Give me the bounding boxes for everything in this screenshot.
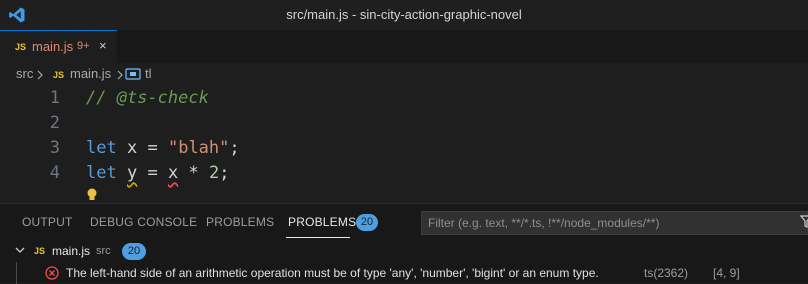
line-number: 1: [49, 88, 60, 108]
problem-row[interactable]: The left-hand side of an arithmetic oper…: [0, 262, 808, 284]
title-bar: src/main.js - sin-city-action-graphic-no…: [0, 0, 808, 30]
identifier-warning: y: [126, 163, 138, 183]
tab-main-js[interactable]: JS main.js 9+ ×: [0, 30, 117, 63]
code-comment: // @ts-check: [86, 88, 209, 108]
error-icon: [45, 266, 59, 280]
code-editor[interactable]: 1 // @ts-check 2 3 let x = "blah"; 4 let…: [0, 85, 808, 203]
tab-problems-active[interactable]: PROBLEMS: [288, 215, 356, 229]
string-literal: "blah": [167, 138, 230, 158]
chevron-right-icon: [117, 70, 123, 80]
group-count-badge: 20: [122, 243, 146, 260]
code-text: let y = x * 2;: [86, 163, 229, 183]
operator: *: [188, 163, 199, 183]
lightbulb-icon[interactable]: [86, 188, 98, 202]
keyword: let: [86, 163, 117, 183]
breadcrumb-symbol[interactable]: tl: [145, 66, 152, 81]
problem-code: ts(2362): [644, 266, 689, 280]
chevron-down-icon[interactable]: [14, 244, 26, 256]
semicolon: ;: [229, 138, 240, 158]
problem-message: The left-hand side of an arithmetic oper…: [66, 266, 599, 280]
chevron-right-icon: [37, 70, 43, 80]
problem-position: [4, 9]: [713, 266, 740, 280]
problem-group-row[interactable]: JS main.js src 20: [0, 242, 808, 262]
filter-placeholder: Filter (e.g. text, **/*.ts, !**/node_mod…: [428, 216, 660, 230]
group-directory: src: [96, 245, 111, 257]
line-number: 4: [49, 163, 60, 183]
breadcrumb: src JS main.js tl: [0, 63, 808, 85]
breadcrumb-file[interactable]: main.js: [70, 66, 111, 81]
code-text: let x = "blah";: [86, 138, 240, 158]
code-line: 4 let y = x * 2;: [0, 163, 808, 188]
problems-count-badge: 20: [356, 214, 378, 231]
semicolon: ;: [219, 163, 230, 183]
tab-label: main.js: [32, 39, 74, 54]
number-literal: 2: [208, 163, 220, 183]
js-file-icon: JS: [53, 70, 65, 80]
js-file-icon: JS: [15, 42, 27, 52]
tab-problems[interactable]: PROBLEMS: [206, 215, 274, 229]
js-file-icon: JS: [34, 246, 46, 256]
group-file-name: main.js: [52, 244, 91, 258]
bottom-panel: OUTPUT DEBUG CONSOLE PROBLEMS PROBLEMS 2…: [0, 203, 808, 284]
close-icon[interactable]: ×: [99, 38, 107, 53]
operator: =: [147, 138, 158, 158]
operator: =: [147, 163, 158, 183]
identifier-error: x: [167, 163, 179, 183]
code-line: 1 // @ts-check: [0, 88, 808, 113]
code-line: 2: [0, 113, 808, 138]
tab-debug-console[interactable]: DEBUG CONSOLE: [90, 215, 197, 229]
problems-filter-input[interactable]: Filter (e.g. text, **/*.ts, !**/node_mod…: [421, 211, 808, 235]
active-tab-indicator: [286, 237, 350, 238]
variable-symbol-icon: [125, 68, 141, 80]
line-number: 2: [49, 113, 60, 133]
keyword: let: [86, 138, 117, 158]
tab-problem-count: 9+: [77, 40, 90, 52]
tab-output[interactable]: OUTPUT: [22, 215, 73, 229]
code-line: 3 let x = "blah";: [0, 138, 808, 163]
line-number: 3: [49, 138, 60, 158]
window-title: src/main.js - sin-city-action-graphic-no…: [286, 7, 522, 22]
identifier: x: [126, 138, 138, 158]
breadcrumb-folder[interactable]: src: [16, 66, 33, 81]
filter-icon[interactable]: [800, 215, 808, 229]
editor-tab-bar: JS main.js 9+ ×: [0, 30, 808, 63]
